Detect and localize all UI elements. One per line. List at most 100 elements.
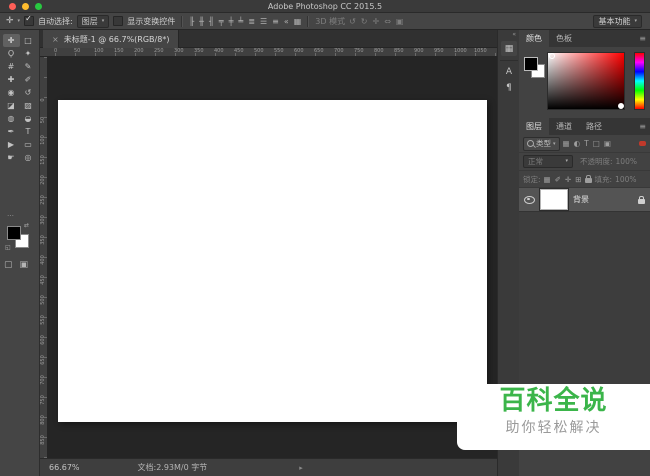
3d-scale-icon[interactable]: ▣: [396, 17, 404, 26]
history-brush-tool[interactable]: ↺: [20, 86, 37, 99]
quick-mask-mode-icon[interactable]: ▢: [4, 260, 13, 270]
eyedropper-tool[interactable]: ✎: [20, 60, 37, 73]
ruler-label: 200: [134, 48, 144, 54]
lock-image-pixels-icon[interactable]: ✐: [555, 175, 561, 184]
hue-slider[interactable]: [634, 52, 645, 110]
hand-tool[interactable]: ☛: [3, 151, 20, 164]
gradient-tool[interactable]: ▨: [20, 99, 37, 112]
vertical-ruler[interactable]: 0501001502002503003504004505005506006507…: [40, 57, 48, 458]
move-tool[interactable]: ✛: [3, 34, 20, 47]
distribute-top-edges-icon[interactable]: ≣: [248, 17, 255, 26]
chevron-down-icon: ▾: [102, 16, 105, 27]
status-options-chevron-icon[interactable]: ▸: [299, 464, 303, 472]
current-color-marker[interactable]: [618, 103, 624, 109]
ruler-label: 50: [74, 48, 80, 54]
document-tab[interactable]: × 未标题-1 @ 66.7%(RGB/8*): [43, 30, 179, 48]
filter-smart-objects-icon[interactable]: ▣: [604, 139, 611, 148]
quick-selection-tool[interactable]: ✦: [20, 47, 37, 60]
align-right-edges-icon[interactable]: ╢: [209, 17, 214, 26]
lock-all-icon[interactable]: [585, 178, 592, 183]
collapsed-panel-paragraph-icon[interactable]: ¶: [501, 80, 517, 95]
swap-colors-icon[interactable]: ⇄: [24, 222, 29, 229]
3d-rotate-icon[interactable]: ↺: [349, 17, 356, 26]
tab-layers[interactable]: 图层: [519, 118, 549, 135]
path-selection-tool[interactable]: ▶: [3, 138, 20, 151]
horizontal-ruler[interactable]: 0501001502002503003504004505005506006507…: [40, 48, 497, 57]
panel-menu-icon[interactable]: ≡: [639, 30, 646, 47]
align-top-edges-icon[interactable]: ╤: [219, 17, 224, 26]
healing-brush-tool[interactable]: ✚: [3, 73, 20, 86]
layer-visibility-eye-icon[interactable]: [524, 196, 535, 204]
layer-name[interactable]: 背景: [573, 194, 589, 205]
color-picker-marker[interactable]: [549, 53, 555, 59]
collapsed-panel-adjustments-icon[interactable]: ▦: [501, 41, 517, 56]
tab-swatches[interactable]: 色板: [549, 30, 579, 47]
zoom-level-field[interactable]: 66.67%: [49, 463, 80, 472]
auto-select-checkbox[interactable]: ✓: [24, 16, 34, 26]
filter-shape-layers-icon[interactable]: □: [593, 139, 600, 148]
screen-mode-icon[interactable]: ▣: [20, 260, 29, 270]
layer-thumbnail[interactable]: [540, 189, 568, 210]
clone-stamp-tool[interactable]: ◉: [3, 86, 20, 99]
3d-drag-icon[interactable]: ✛: [373, 17, 380, 26]
expand-panels-icon[interactable]: «: [512, 31, 516, 38]
saturation-brightness-field[interactable]: [547, 52, 625, 110]
lock-transparent-pixels-icon[interactable]: ▦: [544, 175, 551, 184]
collapsed-panel-character-icon[interactable]: A: [501, 64, 517, 79]
tab-color[interactable]: 颜色: [519, 30, 549, 47]
auto-align-layers-icon[interactable]: ▦: [294, 17, 302, 26]
fill-value[interactable]: 100%: [615, 175, 636, 184]
pen-tool[interactable]: ✒: [3, 125, 20, 138]
align-vertical-centers-icon[interactable]: ╪: [229, 17, 234, 26]
edit-toolbar-ellipsis[interactable]: …: [7, 210, 15, 218]
dodge-tool[interactable]: ◒: [20, 112, 37, 125]
align-horizontal-centers-icon[interactable]: ╫: [199, 17, 204, 26]
3d-mode-label: 3D 模式: [315, 16, 345, 27]
panel-menu-icon[interactable]: ≡: [639, 118, 646, 135]
filter-type-layers-icon[interactable]: T: [584, 139, 589, 148]
layer-row-background[interactable]: 背景: [519, 188, 650, 212]
foreground-color-swatch[interactable]: [524, 57, 538, 71]
title-bar[interactable]: Adobe Photoshop CC 2015.5: [0, 0, 650, 13]
opacity-value[interactable]: 100%: [616, 157, 637, 166]
ruler-label: 400: [40, 254, 46, 266]
ruler-label: 950: [434, 48, 444, 54]
shape-tool[interactable]: ▭: [20, 138, 37, 151]
workspace-dropdown[interactable]: 基本功能 ▾: [593, 15, 642, 28]
distribute-bottom-edges-icon[interactable]: ≡: [272, 17, 279, 26]
align-bottom-edges-icon[interactable]: ╧: [238, 17, 243, 26]
blend-mode-dropdown[interactable]: 正常 ▾: [523, 155, 573, 168]
fill-label: 填充:: [595, 174, 613, 185]
blur-tool[interactable]: ◍: [3, 112, 20, 125]
3d-slide-icon[interactable]: ⇔: [384, 17, 391, 26]
tab-paths[interactable]: 路径: [579, 118, 609, 135]
filter-pixel-layers-icon[interactable]: ▦: [563, 139, 570, 148]
type-tool[interactable]: T: [20, 125, 37, 138]
chevron-down-icon[interactable]: ▾: [18, 18, 21, 24]
foreground-color-swatch[interactable]: [7, 226, 21, 240]
auto-select-mode-dropdown[interactable]: 图层 ▾: [77, 15, 110, 28]
zoom-tool[interactable]: ◎: [20, 151, 37, 164]
brush-tool[interactable]: ✐: [20, 73, 37, 86]
ruler-label: 700: [334, 48, 344, 54]
align-left-edges-icon[interactable]: ╟: [189, 17, 194, 26]
distribute-vertical-centers-icon[interactable]: ☰: [260, 17, 267, 26]
lock-position-icon[interactable]: ✛: [565, 175, 571, 184]
show-transform-checkbox[interactable]: [113, 16, 123, 26]
layer-filter-search[interactable]: 类型 ▾: [523, 137, 560, 151]
tab-channels[interactable]: 通道: [549, 118, 579, 135]
crop-tool[interactable]: #: [3, 60, 20, 73]
eraser-tool[interactable]: ◪: [3, 99, 20, 112]
lock-artboard-icon[interactable]: ⊞: [575, 175, 581, 184]
document-canvas[interactable]: [58, 100, 487, 422]
workspace-value: 基本功能: [598, 16, 630, 27]
filter-toggle-icon[interactable]: [639, 141, 646, 146]
lasso-tool[interactable]: Ϙ: [3, 47, 20, 60]
filter-adjustment-layers-icon[interactable]: ◐: [574, 139, 581, 148]
3d-roll-icon[interactable]: ↻: [361, 17, 368, 26]
close-tab-icon[interactable]: ×: [52, 35, 59, 44]
default-colors-icon[interactable]: ◱: [5, 244, 11, 251]
marquee-tool[interactable]: □: [20, 34, 37, 47]
canvas-viewport[interactable]: 0501001502002503003504004505005506006507…: [40, 57, 497, 458]
distribute-spacing-icon[interactable]: «: [284, 17, 289, 26]
